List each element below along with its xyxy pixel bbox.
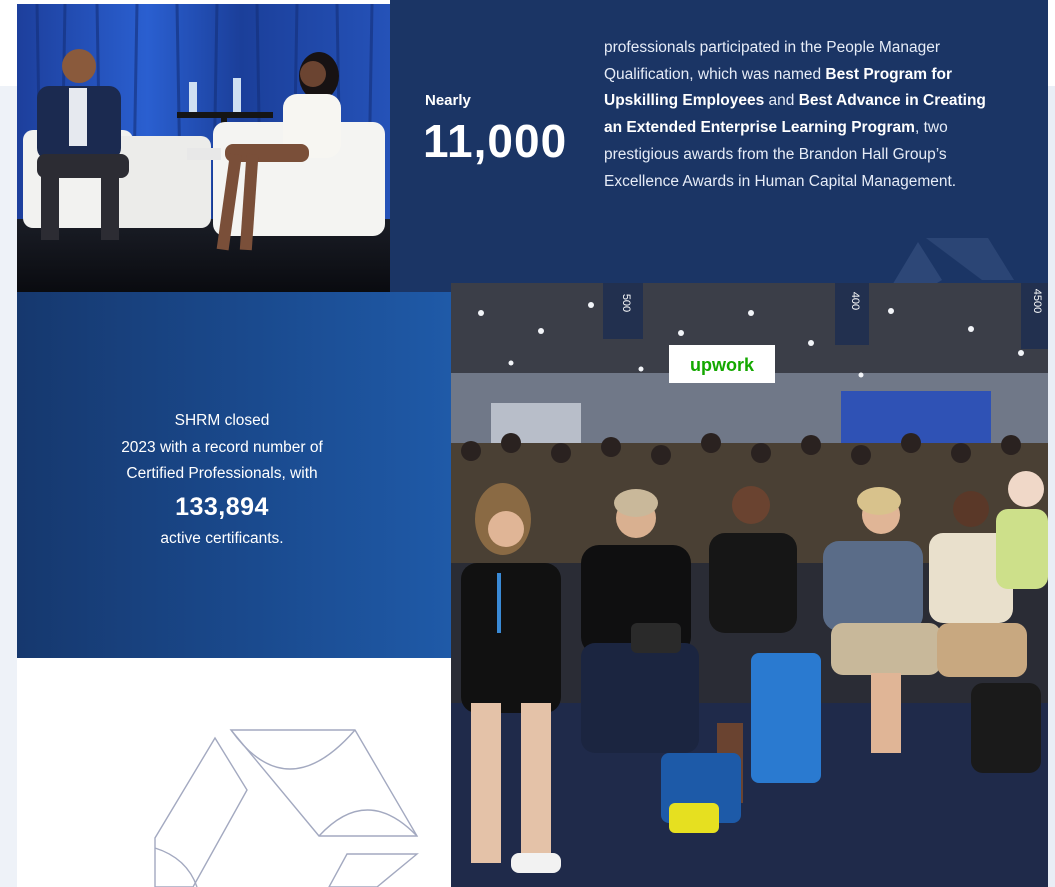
certification-text: SHRM closed 2023 with a record number of… xyxy=(17,408,427,552)
banner-400: 400 xyxy=(849,292,861,310)
banner-4500: 4500 xyxy=(1031,289,1043,313)
upwork-sign: upwork xyxy=(690,355,755,375)
certificant-count: 133,894 xyxy=(175,492,269,521)
banner-500: 500 xyxy=(620,294,632,312)
page-edge xyxy=(1048,86,1055,887)
cert-line-1: SHRM closed xyxy=(174,412,270,429)
logo-panel xyxy=(17,658,451,887)
stat-desc-2: and xyxy=(764,92,799,110)
stage-interview-photo xyxy=(17,4,390,304)
cert-line-4: active certificants. xyxy=(160,529,284,547)
stat-number: 11,000 xyxy=(423,115,568,167)
conference-audience-photo: 500 400 4500 upwork xyxy=(451,283,1048,887)
cert-line-2: 2023 with a record number of xyxy=(121,438,323,456)
cert-line-3: Certified Professionals, with xyxy=(126,465,318,482)
outline-logo-icon xyxy=(154,729,419,887)
stat-prefix: Nearly xyxy=(425,92,471,109)
stat-description: professionals participated in the People… xyxy=(604,35,1004,195)
